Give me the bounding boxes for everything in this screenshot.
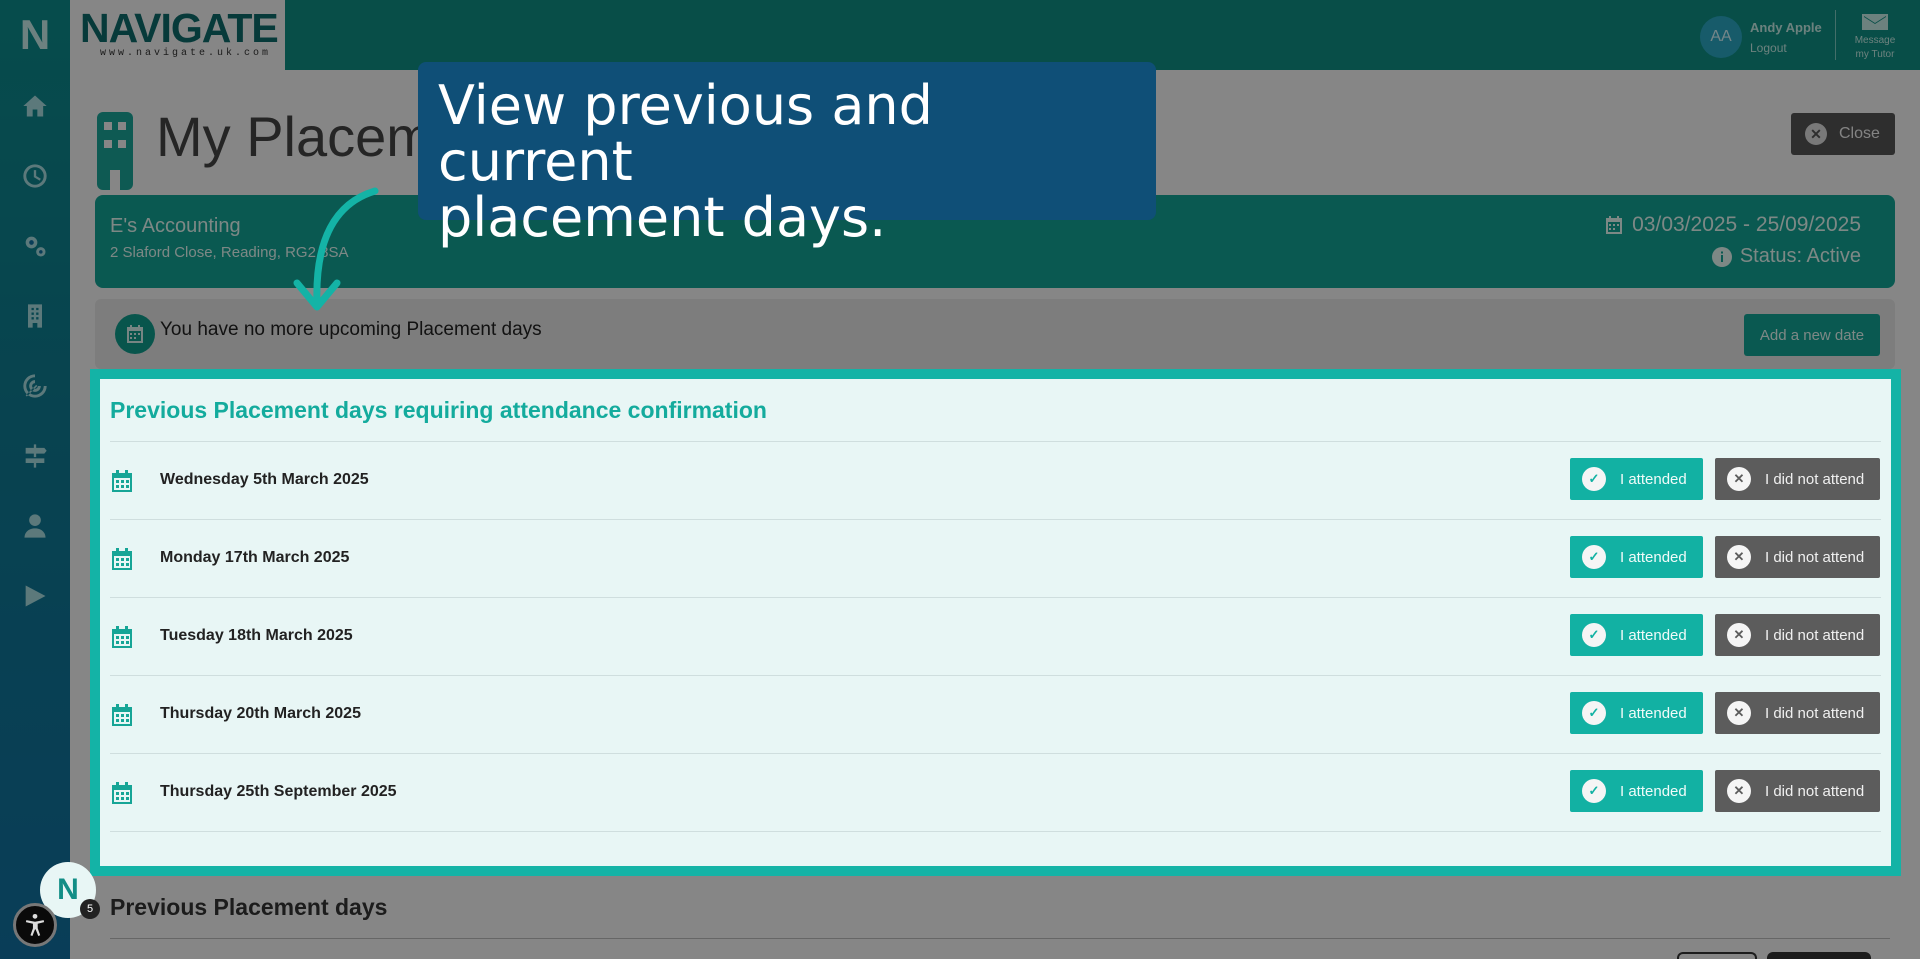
not-attended-label: I did not attend [1765,626,1865,644]
not-attended-label: I did not attend [1765,470,1865,488]
close-icon: ✕ [1727,779,1751,803]
attended-label: I attended [1620,548,1687,566]
check-icon: ✓ [1582,623,1606,647]
accessibility-icon [25,913,45,936]
callout-line2: placement days. [438,186,887,249]
confirmation-title: Previous Placement days requiring attend… [110,397,767,423]
attended-label: I attended [1620,782,1687,800]
not-attended-button[interactable]: ✕ I did not attend [1715,614,1880,656]
attended-label: I attended [1620,704,1687,722]
table-row: Thursday 25th September 2025 ✓ I attended… [110,754,1881,832]
attendance-confirmation-panel: Previous Placement days requiring attend… [90,369,1901,876]
attended-label: I attended [1620,626,1687,644]
check-icon: ✓ [1582,779,1606,803]
attended-button[interactable]: ✓ I attended [1570,458,1703,500]
row-date: Thursday 20th March 2025 [160,705,361,722]
calendar-icon [112,626,134,648]
not-attended-button[interactable]: ✕ I did not attend [1715,770,1880,812]
table-row: Thursday 20th March 2025 ✓ I attended ✕ I … [110,676,1881,754]
callout-line1: View previous and current [438,74,933,193]
table-row: Wednesday 5th March 2025 ✓ I attended ✕ I … [110,442,1881,520]
row-date: Thursday 25th September 2025 [160,783,397,800]
attended-button[interactable]: ✓ I attended [1570,770,1703,812]
check-icon: ✓ [1582,701,1606,725]
not-attended-button[interactable]: ✕ I did not attend [1715,536,1880,578]
attended-button[interactable]: ✓ I attended [1570,536,1703,578]
check-icon: ✓ [1582,467,1606,491]
not-attended-button[interactable]: ✕ I did not attend [1715,458,1880,500]
not-attended-label: I did not attend [1765,782,1865,800]
arrow-icon [293,187,379,311]
attended-button[interactable]: ✓ I attended [1570,692,1703,734]
close-icon: ✕ [1727,545,1751,569]
not-attended-button[interactable]: ✕ I did not attend [1715,692,1880,734]
check-icon: ✓ [1582,545,1606,569]
not-attended-label: I did not attend [1765,704,1865,722]
accessibility-button[interactable] [13,903,57,947]
close-icon: ✕ [1727,623,1751,647]
tour-callout: View previous and current placement days… [418,62,1156,246]
row-date: Tuesday 18th March 2025 [160,627,353,644]
bubble-letter: N [57,873,79,906]
table-row: Monday 17th March 2025 ✓ I attended ✕ I di… [110,520,1881,598]
row-date: Monday 17th March 2025 [160,549,350,566]
calendar-icon [112,470,134,492]
calendar-icon [112,548,134,570]
close-icon: ✕ [1727,467,1751,491]
calendar-icon [112,782,134,804]
notification-badge: 5 [80,899,100,919]
calendar-icon [112,704,134,726]
attended-button[interactable]: ✓ I attended [1570,614,1703,656]
close-icon: ✕ [1727,701,1751,725]
row-date: Wednesday 5th March 2025 [160,471,369,488]
attended-label: I attended [1620,470,1687,488]
table-row: Tuesday 18th March 2025 ✓ I attended ✕ I d… [110,598,1881,676]
not-attended-label: I did not attend [1765,548,1865,566]
